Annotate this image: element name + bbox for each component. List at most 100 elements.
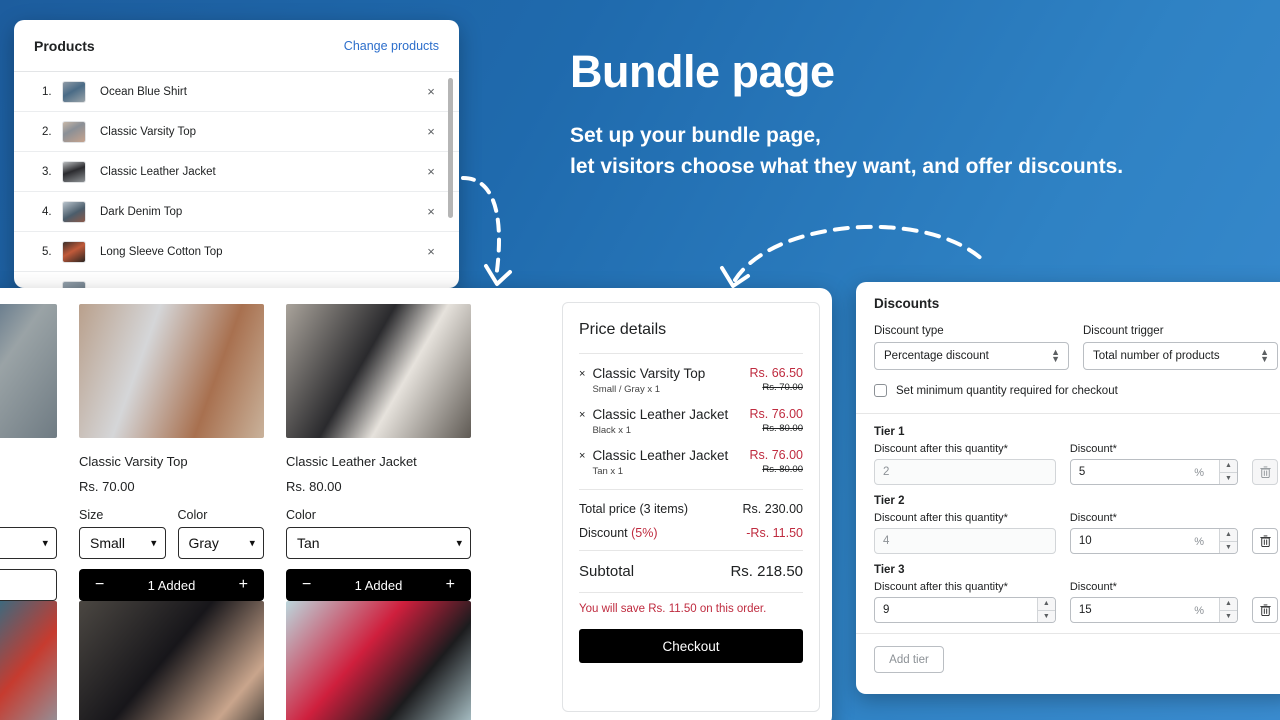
chevron-down-icon: ▾ bbox=[456, 537, 462, 550]
product-image bbox=[286, 304, 471, 438]
discount-trigger-label: Discount trigger bbox=[1083, 325, 1164, 337]
product-card-price bbox=[0, 479, 57, 494]
product-option-label: Size bbox=[79, 508, 104, 522]
stepper-down-icon[interactable]: ▼ bbox=[1220, 610, 1237, 622]
tier-quantity-input[interactable]: 9 bbox=[874, 597, 1056, 623]
discount-type-select[interactable]: Percentage discount ▲ ▼ bbox=[874, 342, 1069, 370]
stepper-up-icon[interactable]: ▲ bbox=[1037, 598, 1055, 611]
tier-quantity-input[interactable]: 2 bbox=[874, 459, 1056, 485]
stepper-down-icon[interactable]: ▼ bbox=[1220, 472, 1237, 484]
price-line-price: Rs. 76.00 bbox=[749, 448, 803, 462]
trash-icon bbox=[1259, 604, 1271, 616]
product-color-value: Gray bbox=[188, 535, 219, 551]
close-icon[interactable]: × bbox=[423, 164, 439, 179]
list-item-index: 4. bbox=[42, 205, 52, 218]
subtotal-row: Subtotal Rs. 218.50 bbox=[579, 563, 803, 580]
increase-quantity-button[interactable]: + bbox=[446, 577, 455, 593]
select-updown-icon: ▲ ▼ bbox=[1260, 347, 1269, 364]
product-card-title: Classic Varsity Top bbox=[79, 454, 188, 469]
tier-discount-stepper[interactable]: ▲ ▼ bbox=[1219, 460, 1237, 484]
list-item[interactable]: 3. Classic Leather Jacket × bbox=[14, 152, 459, 192]
discount-percent: (5%) bbox=[631, 526, 658, 540]
product-color-value: Tan bbox=[297, 535, 320, 551]
trash-icon bbox=[1259, 466, 1271, 478]
total-price-label: Total price (3 items) bbox=[579, 502, 689, 516]
list-item-index: 5. bbox=[42, 245, 52, 258]
product-image bbox=[79, 601, 264, 720]
list-item-partial[interactable] bbox=[14, 272, 459, 288]
products-panel: Products Change products 1. Ocean Blue S… bbox=[14, 20, 459, 288]
price-line-original-price: Rs. 80.00 bbox=[762, 423, 803, 434]
discounts-panel-title: Discounts bbox=[874, 296, 940, 311]
delete-tier-button[interactable] bbox=[1252, 528, 1278, 554]
price-line-original-price: Rs. 70.00 bbox=[762, 382, 803, 393]
subtotal-label: Subtotal bbox=[579, 563, 635, 580]
add-tier-button[interactable]: Add tier bbox=[874, 646, 944, 673]
percent-suffix: % bbox=[1194, 536, 1204, 548]
stepper-down-icon[interactable]: ▼ bbox=[1037, 610, 1055, 622]
close-icon[interactable]: × bbox=[423, 204, 439, 219]
product-option-label: Color bbox=[286, 508, 316, 522]
remove-line-item-icon[interactable]: × bbox=[579, 366, 585, 395]
remove-line-item-icon[interactable]: × bbox=[579, 407, 585, 436]
add-to-bundle-button[interactable]: Add bbox=[0, 569, 57, 601]
tier-discount-input[interactable]: 10 bbox=[1069, 528, 1238, 554]
product-color-select[interactable]: Tan ▾ bbox=[286, 527, 471, 559]
list-item-index: 2. bbox=[42, 125, 52, 138]
delete-tier-button[interactable] bbox=[1252, 459, 1278, 485]
tier-discount-stepper[interactable]: ▲ ▼ bbox=[1219, 529, 1237, 553]
product-option-label: Color bbox=[177, 508, 208, 522]
change-products-link[interactable]: Change products bbox=[344, 39, 439, 53]
tier-row: Discount after this quantity* 9 ▲ ▼ Disc… bbox=[874, 581, 1278, 623]
list-item-label: Classic Leather Jacket bbox=[100, 165, 216, 178]
close-icon[interactable]: × bbox=[423, 84, 439, 99]
list-item-index: 1. bbox=[42, 85, 52, 98]
close-icon[interactable]: × bbox=[423, 244, 439, 259]
tier-discount-input[interactable]: 15 bbox=[1069, 597, 1238, 623]
stepper-up-icon[interactable]: ▲ bbox=[1220, 529, 1237, 542]
price-line-variant: Tan x 1 bbox=[592, 466, 624, 477]
delete-tier-button[interactable] bbox=[1252, 597, 1278, 623]
product-size-select[interactable]: Small ▾ bbox=[79, 527, 166, 559]
discount-type-value: Percentage discount bbox=[884, 350, 989, 362]
product-card-grid: Shirt ▾ Add Classic Varsity Top Rs. 70.0… bbox=[0, 288, 471, 720]
price-line-item: × Classic Leather Jacket Tan x 1 Rs. 76.… bbox=[579, 448, 803, 477]
product-image bbox=[0, 601, 57, 720]
hero-subtitle-line-1: Set up your bundle page, bbox=[570, 124, 821, 148]
product-image bbox=[0, 304, 57, 438]
tier-title: Tier 1 bbox=[874, 426, 905, 438]
product-option-select[interactable]: ▾ bbox=[0, 527, 57, 559]
product-card-title: Classic Leather Jacket bbox=[286, 454, 417, 469]
list-item-label: Classic Varsity Top bbox=[100, 125, 197, 138]
discount-trigger-select[interactable]: Total number of products ▲ ▼ bbox=[1083, 342, 1278, 370]
decrease-quantity-button[interactable]: − bbox=[95, 577, 104, 593]
remove-line-item-icon[interactable]: × bbox=[579, 448, 585, 477]
discount-type-label: Discount type bbox=[874, 325, 944, 337]
increase-quantity-button[interactable]: + bbox=[239, 577, 248, 593]
stepper-down-icon[interactable]: ▼ bbox=[1220, 541, 1237, 553]
products-list-scrollbar[interactable] bbox=[448, 78, 453, 218]
stepper-up-icon[interactable]: ▲ bbox=[1220, 598, 1237, 611]
stepper-up-icon[interactable]: ▲ bbox=[1220, 460, 1237, 473]
product-color-select[interactable]: Gray ▾ bbox=[177, 527, 264, 559]
tier-discount-stepper[interactable]: ▲ ▼ bbox=[1219, 598, 1237, 622]
tier-quantity-stepper[interactable]: ▲ ▼ bbox=[1036, 598, 1055, 622]
quantity-stepper[interactable]: − 1 Added + bbox=[286, 569, 471, 601]
tier-quantity-input[interactable]: 4 bbox=[874, 528, 1056, 554]
checkout-button[interactable]: Checkout bbox=[579, 629, 803, 663]
products-list[interactable]: 1. Ocean Blue Shirt × 2. Classic Varsity… bbox=[14, 72, 459, 288]
min-quantity-checkbox-row[interactable]: Set minimum quantity required for checko… bbox=[874, 384, 1278, 397]
price-line-item: × Classic Varsity Top Small / Gray x 1 R… bbox=[579, 366, 803, 395]
discount-trigger-value: Total number of products bbox=[1093, 350, 1220, 362]
close-icon[interactable]: × bbox=[423, 124, 439, 139]
list-item[interactable]: 4. Dark Denim Top × bbox=[14, 192, 459, 232]
quantity-stepper[interactable]: − 1 Added + bbox=[79, 569, 264, 601]
list-item[interactable]: 5. Long Sleeve Cotton Top × bbox=[14, 232, 459, 272]
discount-row: Discount (5%) -Rs. 11.50 bbox=[579, 526, 803, 540]
bundle-storefront-panel: Shirt ▾ Add Classic Varsity Top Rs. 70.0… bbox=[0, 288, 832, 720]
min-quantity-checkbox[interactable] bbox=[874, 384, 887, 397]
list-item[interactable]: 1. Ocean Blue Shirt × bbox=[14, 72, 459, 112]
tier-discount-input[interactable]: 5 bbox=[1069, 459, 1238, 485]
list-item[interactable]: 2. Classic Varsity Top × bbox=[14, 112, 459, 152]
decrease-quantity-button[interactable]: − bbox=[302, 577, 311, 593]
